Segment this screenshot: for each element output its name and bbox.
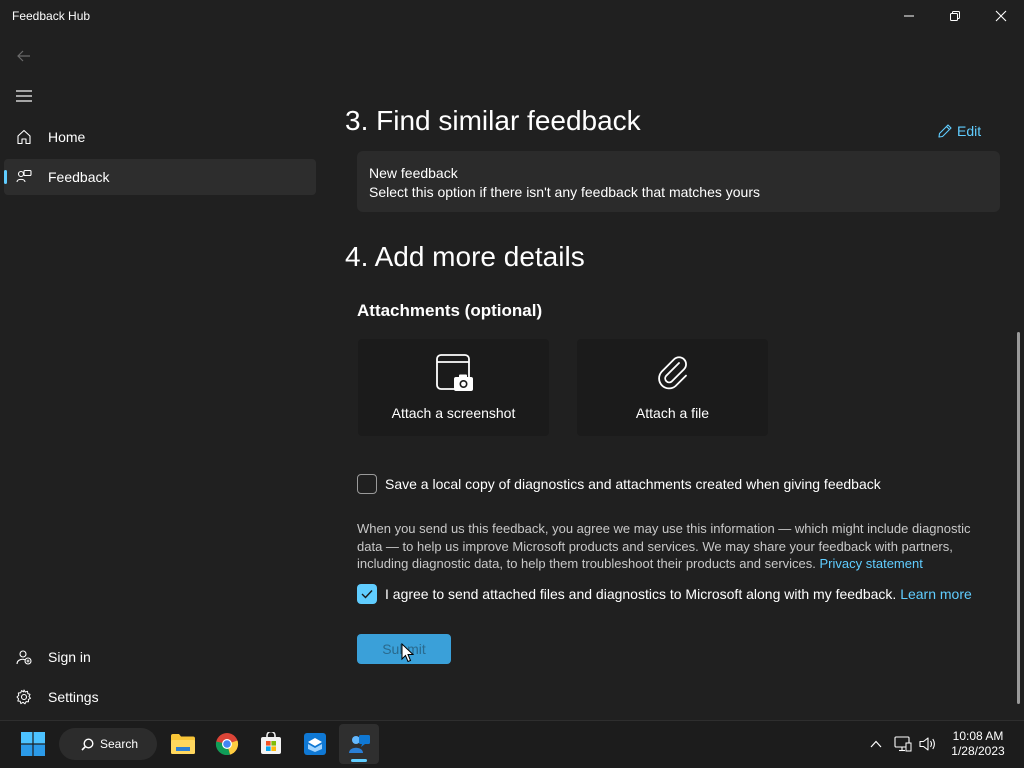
mouse-cursor-icon (401, 643, 415, 663)
user-add-icon (16, 649, 32, 665)
back-button[interactable] (12, 44, 36, 68)
hamburger-icon (16, 90, 32, 102)
search-label: Search (100, 737, 139, 751)
attach-screenshot-label: Attach a screenshot (391, 405, 516, 421)
taskbar-chrome[interactable] (207, 724, 247, 764)
minimize-icon (904, 15, 914, 17)
minimize-button[interactable] (886, 0, 932, 32)
agree-label[interactable]: I agree to send attached files and diagn… (385, 586, 972, 602)
chrome-icon (215, 733, 239, 756)
network-icon (894, 736, 912, 752)
taskbar-clock[interactable]: 10:08 AM 1/28/2023 (940, 729, 1016, 759)
nav-item-feedback[interactable]: Feedback (4, 159, 316, 195)
back-arrow-icon (17, 50, 30, 62)
clock-time: 10:08 AM (952, 729, 1004, 743)
taskbar-file-explorer[interactable] (163, 724, 203, 764)
selection-indicator (4, 170, 7, 184)
edit-link[interactable]: Edit (937, 123, 981, 139)
search-icon (81, 737, 94, 751)
attach-screenshot-button[interactable]: Attach a screenshot (358, 339, 549, 436)
privacy-notice: When you send us this feedback, you agre… (357, 520, 987, 573)
nav-item-label: Feedback (48, 169, 110, 185)
title-bar: Feedback Hub (0, 0, 1024, 32)
card-title: New feedback (369, 165, 458, 181)
agree-text: I agree to send attached files and diagn… (385, 586, 897, 602)
taskbar-search[interactable]: Search (59, 728, 157, 760)
section-title-find-similar: 3. Find similar feedback (345, 105, 641, 136)
attachments-heading: Attachments (optional) (357, 301, 543, 320)
speaker-icon (919, 737, 935, 751)
start-icon (21, 732, 45, 756)
screenshot-icon (434, 353, 474, 393)
chevron-up-icon (870, 740, 882, 748)
nav-item-label: Home (48, 129, 86, 145)
agree-checkbox[interactable] (357, 584, 377, 604)
nav-item-sign-in[interactable]: Sign in (4, 639, 316, 675)
feedback-icon (16, 169, 32, 185)
active-app-indicator (351, 759, 367, 762)
feedback-hub-icon (349, 735, 370, 753)
save-local-copy-checkbox[interactable] (357, 474, 377, 494)
taskbar-mail[interactable] (295, 724, 335, 764)
store-icon (261, 732, 281, 754)
taskbar-feedback-hub[interactable] (339, 724, 379, 764)
nav-item-label: Settings (48, 689, 99, 705)
section-title-add-details: 4. Add more details (345, 241, 585, 272)
start-button[interactable] (13, 724, 53, 764)
paperclip-icon (653, 353, 693, 393)
clock-date: 1/28/2023 (951, 744, 1005, 758)
scrollbar[interactable] (1017, 332, 1020, 704)
edit-label: Edit (957, 123, 982, 139)
learn-more-link[interactable]: Learn more (900, 586, 972, 602)
attach-file-button[interactable]: Attach a file (577, 339, 768, 436)
new-feedback-card[interactable]: New feedback Select this option if there… (357, 151, 1000, 212)
attach-file-label: Attach a file (635, 405, 710, 421)
close-icon (995, 10, 1007, 22)
restore-button[interactable] (932, 0, 978, 32)
mail-icon (304, 733, 326, 755)
checkmark-icon (361, 590, 373, 599)
close-button[interactable] (978, 0, 1024, 32)
app-title: Feedback Hub (12, 9, 91, 23)
hamburger-menu-button[interactable] (12, 84, 36, 108)
file-explorer-icon (171, 734, 195, 754)
gear-icon (16, 689, 32, 705)
privacy-statement-link[interactable]: Privacy statement (820, 556, 923, 571)
home-icon (16, 129, 32, 145)
network-status[interactable] (892, 728, 914, 760)
nav-item-settings[interactable]: Settings (4, 679, 316, 715)
card-description: Select this option if there isn't any fe… (369, 184, 760, 200)
nav-item-label: Sign in (48, 649, 91, 665)
nav-item-home[interactable]: Home (4, 119, 316, 155)
volume-control[interactable] (917, 728, 939, 760)
save-local-copy-label[interactable]: Save a local copy of diagnostics and att… (385, 476, 881, 492)
show-hidden-icons-button[interactable] (866, 728, 886, 760)
taskbar-store[interactable] (251, 724, 291, 764)
pencil-icon (938, 124, 952, 138)
restore-icon (950, 11, 960, 21)
